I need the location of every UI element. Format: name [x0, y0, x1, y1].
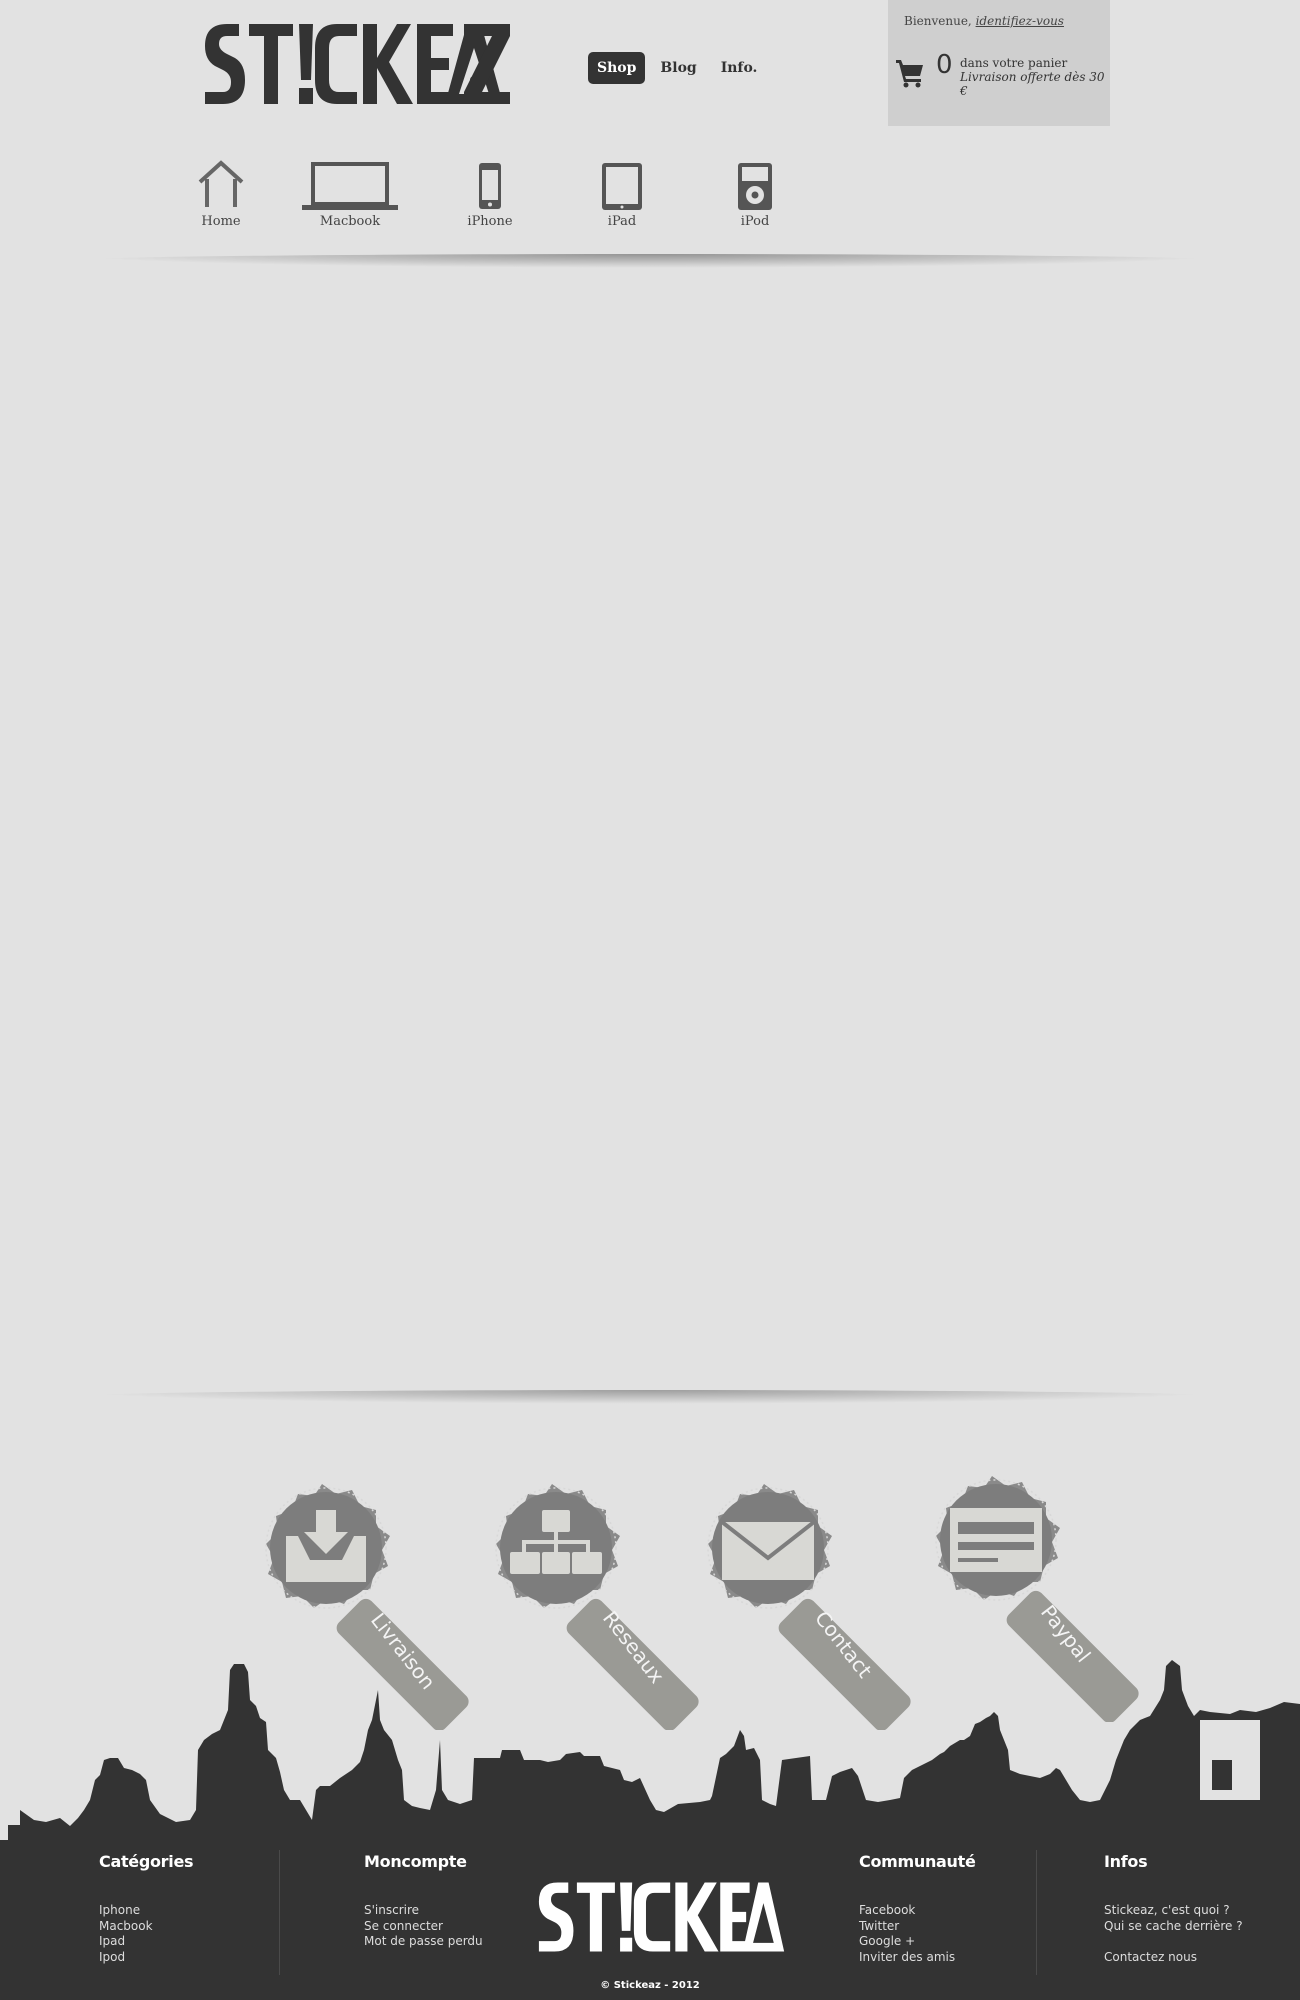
phone-icon: [479, 163, 501, 209]
site-footer: Catégories Iphone Macbook Ipad Ipod Monc…: [0, 1840, 1300, 2000]
login-link[interactable]: identifiez-vous: [976, 14, 1064, 28]
logo-letter-z: [464, 24, 510, 104]
welcome-line: Bienvenue, identifiez-vous: [904, 14, 1064, 28]
footer-title-categories: Catégories: [99, 1852, 194, 1871]
cart-label: dans votre panier: [960, 56, 1068, 70]
footer-link-register[interactable]: S'inscrire: [364, 1903, 483, 1919]
device-label-home: Home: [201, 214, 241, 229]
content-divider-shadow: [60, 1390, 1240, 1404]
tablet-icon: [602, 163, 642, 210]
ipod-icon: [738, 163, 772, 210]
page: { "brand": {"logo_text": "ST!CKEAZ"}, "t…: [0, 0, 1300, 2000]
device-label-iphone: iPhone: [467, 214, 513, 229]
footer-link-iphone[interactable]: Iphone: [99, 1903, 193, 1919]
footer-link-macbook[interactable]: Macbook: [99, 1919, 193, 1935]
device-label-ipad: iPad: [607, 214, 637, 229]
cart-text: dans votre panier Livraison offerte dès …: [960, 56, 1110, 98]
device-item-macbook[interactable]: Macbook: [300, 160, 400, 229]
cart-count[interactable]: 0: [936, 50, 953, 80]
nav-shop[interactable]: Shop: [588, 52, 646, 84]
device-item-ipod[interactable]: iPod: [730, 160, 780, 229]
laptop-icon: [302, 162, 398, 210]
device-label-macbook: Macbook: [319, 214, 381, 229]
footer-link-team[interactable]: Qui se cache derrière ?: [1104, 1919, 1243, 1935]
footer-link-ipad[interactable]: Ipad: [99, 1934, 193, 1950]
footer-link-login[interactable]: Se connecter: [364, 1919, 483, 1935]
welcome-text: Bienvenue,: [904, 14, 972, 28]
device-nav: Home Macbook iPhone iPad iPod: [0, 160, 1300, 240]
footer-col-community: Communauté Facebook Twitter Google + Inv…: [859, 1852, 976, 1965]
footer-divider: [1036, 1850, 1037, 1975]
footer-col-categories: Catégories Iphone Macbook Ipad Ipod: [99, 1852, 194, 1966]
copyright: © Stickeaz - 2012: [600, 1980, 700, 1991]
device-item-home[interactable]: Home: [196, 160, 246, 229]
header-divider-shadow: [60, 254, 1240, 268]
device-item-ipad[interactable]: iPad: [597, 160, 647, 229]
footer-link-google-plus[interactable]: Google +: [859, 1934, 976, 1950]
footer-link-invite-friends[interactable]: Inviter des amis: [859, 1950, 976, 1966]
footer-link-lost-password[interactable]: Mot de passe perdu: [364, 1934, 483, 1950]
account-cart-box: Bienvenue, identifiez-vous 0 dans votre …: [888, 0, 1110, 126]
cart-icon[interactable]: [894, 56, 926, 88]
envelope-icon: [720, 1520, 816, 1580]
footer-col-account: Moncompte S'inscrire Se connecter Mot de…: [364, 1852, 483, 1950]
nav-info[interactable]: Info.: [712, 52, 767, 84]
footer-link-facebook[interactable]: Facebook: [859, 1903, 976, 1919]
credit-card-icon: [950, 1508, 1042, 1572]
device-label-ipod: iPod: [740, 214, 770, 229]
home-icon: [198, 160, 244, 207]
footer-col-infos: Infos Stickeaz, c'est quoi ? Qui se cach…: [1104, 1852, 1243, 1966]
footer-divider: [279, 1850, 280, 1975]
device-item-iphone[interactable]: iPhone: [465, 160, 515, 229]
footer-link-contact[interactable]: Contactez nous: [1104, 1950, 1243, 1966]
footer-logo: [538, 1882, 785, 1952]
footer-link-twitter[interactable]: Twitter: [859, 1919, 976, 1935]
footer-link-about[interactable]: Stickeaz, c'est quoi ?: [1104, 1903, 1243, 1919]
footer-title-account: Moncompte: [364, 1852, 467, 1871]
footer-link-ipod[interactable]: Ipod: [99, 1950, 193, 1966]
footer-title-infos: Infos: [1104, 1852, 1148, 1871]
footer-title-community: Communauté: [859, 1852, 976, 1871]
nav-blog[interactable]: Blog: [651, 52, 705, 84]
shipping-note: Livraison offerte dès 30 €: [960, 70, 1105, 98]
top-nav: Shop Blog Info.: [588, 52, 766, 84]
